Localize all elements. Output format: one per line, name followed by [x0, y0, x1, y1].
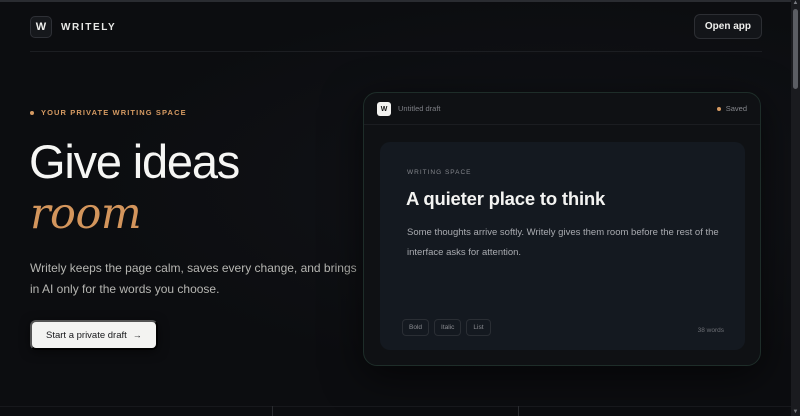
- brand-name: WRITELY: [61, 21, 117, 33]
- format-toolbar: Bold Italic List: [402, 319, 491, 336]
- document-card[interactable]: WRITING SPACE A quieter place to think S…: [380, 142, 745, 350]
- feature-divider: [518, 406, 519, 416]
- brand-logo[interactable]: W WRITELY: [30, 16, 116, 38]
- document-section-label: WRITING SPACE: [407, 169, 472, 176]
- bold-button[interactable]: Bold: [402, 319, 430, 336]
- hero-description: Writely keeps the page calm, saves every…: [30, 261, 357, 296]
- editor-logo-icon: W: [377, 102, 391, 116]
- start-draft-button[interactable]: Start a private draft →: [30, 320, 158, 350]
- start-draft-label: Start a private draft: [46, 329, 127, 341]
- list-button[interactable]: List: [466, 319, 491, 336]
- logo-mark-icon: W: [30, 16, 52, 38]
- document-title: A quieter place to think: [406, 188, 606, 209]
- editor-preview: W Untitled draft Saved WRITING SPACE A q…: [363, 92, 761, 366]
- scroll-up-icon[interactable]: ▲: [792, 0, 799, 7]
- scroll-down-icon[interactable]: ▼: [792, 409, 799, 416]
- word-count: 38 words: [697, 327, 724, 334]
- section-divider: [0, 406, 791, 407]
- feature-divider: [272, 406, 273, 416]
- arrow-right-icon: →: [132, 330, 142, 340]
- hero-eyebrow: YOUR PRIVATE WRITING SPACE: [30, 108, 187, 117]
- open-app-button[interactable]: Open app: [693, 14, 762, 39]
- page-scrollbar[interactable]: ▲ ▼: [791, 0, 800, 416]
- scrollbar-thumb[interactable]: [793, 9, 798, 89]
- editor-toolbar: W Untitled draft Saved: [364, 93, 760, 125]
- document-name: Untitled draft: [398, 104, 441, 113]
- hero-title-line1: Give ideas: [29, 135, 240, 188]
- landing-page: W WRITELY Open app YOUR PRIVATE WRITING …: [0, 0, 800, 416]
- hero-title-line2: room: [30, 189, 142, 239]
- eyebrow-text: YOUR PRIVATE WRITING SPACE: [41, 108, 187, 117]
- eyebrow-dot-icon: [30, 110, 34, 115]
- save-status: Saved: [716, 104, 747, 113]
- window-top-border: [0, 0, 800, 2]
- save-status-text: Saved: [725, 104, 747, 113]
- document-body: Some thoughts arrive softly. Writely giv…: [407, 227, 719, 258]
- site-header: W WRITELY Open app: [30, 14, 762, 52]
- italic-button[interactable]: Italic: [434, 319, 462, 336]
- status-dot-icon: [716, 106, 721, 111]
